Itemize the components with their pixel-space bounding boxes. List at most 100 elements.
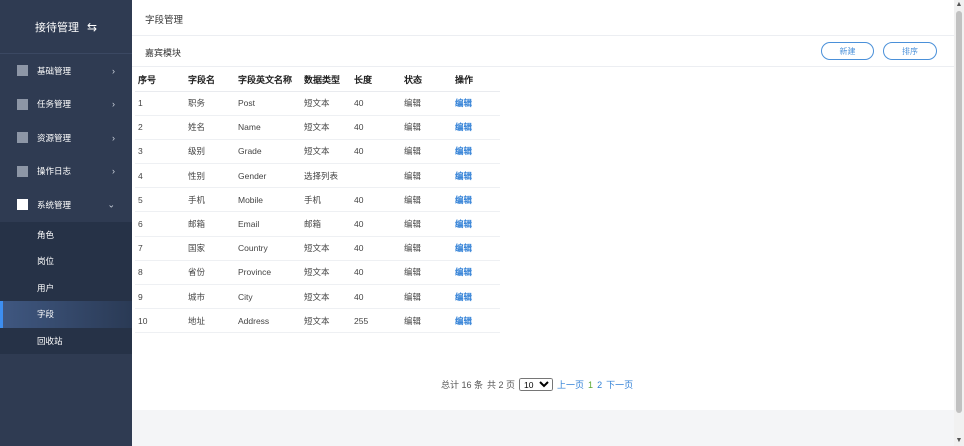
sidebar-subitem-role[interactable]: 角色 xyxy=(0,222,132,249)
cell-name: 省份 xyxy=(185,260,235,286)
sidebar-subitem-recycle[interactable]: 回收站 xyxy=(0,328,132,355)
cell-status: 编辑 xyxy=(401,91,452,116)
menu-square-icon xyxy=(17,199,28,211)
field-table: 序号 字段名 字段英文名称 数据类型 长度 状态 操作 1 职务 Post 短文… xyxy=(135,69,500,334)
cell-type: 邮箱 xyxy=(301,211,351,237)
edit-link[interactable]: 编辑 xyxy=(452,187,500,213)
cell-no: 1 xyxy=(135,91,185,116)
cell-en-name: Country xyxy=(235,236,301,261)
column-header-en-name: 字段英文名称 xyxy=(235,69,301,92)
cell-length: 40 xyxy=(351,284,401,310)
menu-square-icon xyxy=(17,132,28,144)
cell-status: 编辑 xyxy=(401,187,452,213)
sidebar-item-label: 操作日志 xyxy=(37,166,72,177)
swap-icon[interactable]: ⇆ xyxy=(87,20,97,34)
page-link-2[interactable]: 2 xyxy=(597,380,602,390)
table-row: 2 姓名 Name 短文本 40 编辑 编辑 xyxy=(135,115,500,140)
scrollbar-thumb[interactable] xyxy=(956,11,962,413)
edit-link[interactable]: 编辑 xyxy=(452,211,500,237)
main-content: 字段管理 嘉宾模块 新建 排序 序号 字段名 字段英文名称 数据类型 长度 状态… xyxy=(132,0,954,446)
cell-en-name: Province xyxy=(235,260,301,286)
menu-square-icon xyxy=(17,98,28,110)
module-title: 嘉宾模块 xyxy=(145,48,182,58)
edit-link[interactable]: 编辑 xyxy=(452,163,500,189)
edit-link[interactable]: 编辑 xyxy=(452,236,500,261)
cell-length: 40 xyxy=(351,260,401,286)
cell-length: 40 xyxy=(351,115,401,140)
column-header-name: 字段名 xyxy=(185,69,235,92)
edit-link[interactable]: 编辑 xyxy=(452,139,500,165)
cell-name: 姓名 xyxy=(185,115,235,140)
cell-no: 7 xyxy=(135,236,185,261)
cell-status: 编辑 xyxy=(401,308,452,334)
sidebar-subitem-post[interactable]: 岗位 xyxy=(0,248,132,275)
cell-type: 短文本 xyxy=(301,115,351,140)
chevron-right-icon: › xyxy=(112,132,115,143)
cell-length: 40 xyxy=(351,236,401,261)
cell-type: 短文本 xyxy=(301,308,351,334)
cell-type: 短文本 xyxy=(301,139,351,165)
table-row: 6 邮箱 Email 邮箱 40 编辑 编辑 xyxy=(135,211,500,237)
page-size-select[interactable]: 10 xyxy=(519,378,554,391)
sidebar-subitem-field[interactable]: 字段 xyxy=(0,301,132,328)
table-header-row: 序号 字段名 字段英文名称 数据类型 长度 状态 操作 xyxy=(135,69,500,92)
cell-length: 40 xyxy=(351,91,401,116)
sidebar-item-resource[interactable]: 资源管理 › xyxy=(0,121,132,155)
footer-area xyxy=(132,410,954,446)
app-title: 接待管理 xyxy=(34,21,79,34)
sidebar-subitem-user[interactable]: 用户 xyxy=(0,275,132,302)
sidebar-submenu: 角色 岗位 用户 字段 回收站 xyxy=(0,221,132,355)
total-count: 总计 16 条 xyxy=(441,380,484,390)
column-header-type: 数据类型 xyxy=(301,69,351,92)
sidebar: 接待管理 ⇆ 基础管理 › 任务管理 › 资源管理 › 操作日志 › 系统管理 … xyxy=(0,0,132,446)
column-header-action: 操作 xyxy=(452,69,500,92)
edit-link[interactable]: 编辑 xyxy=(452,308,500,334)
cell-name: 城市 xyxy=(185,284,235,310)
chevron-right-icon: › xyxy=(112,65,115,76)
next-page-link[interactable]: 下一页 xyxy=(606,378,633,391)
page-title: 字段管理 xyxy=(145,15,184,26)
edit-link[interactable]: 编辑 xyxy=(452,260,500,286)
cell-name: 职务 xyxy=(185,91,235,116)
edit-link[interactable]: 编辑 xyxy=(452,91,500,116)
cell-no: 3 xyxy=(135,139,185,165)
cell-status: 编辑 xyxy=(401,139,452,165)
cell-no: 9 xyxy=(135,284,185,310)
scroll-down-icon[interactable]: ▼ xyxy=(954,436,964,446)
cell-length xyxy=(351,163,401,189)
edit-link[interactable]: 编辑 xyxy=(452,284,500,310)
scroll-up-icon[interactable]: ▲ xyxy=(954,0,964,10)
cell-name: 地址 xyxy=(185,308,235,334)
chevron-down-icon: ⌄ xyxy=(107,199,115,210)
sort-button[interactable]: 排序 xyxy=(883,42,937,60)
cell-no: 10 xyxy=(135,308,185,334)
cell-name: 级别 xyxy=(185,139,235,165)
cell-status: 编辑 xyxy=(401,260,452,286)
cell-type: 短文本 xyxy=(301,236,351,261)
sidebar-item-log[interactable]: 操作日志 › xyxy=(0,155,132,189)
cell-name: 国家 xyxy=(185,236,235,261)
new-button[interactable]: 新建 xyxy=(821,42,874,60)
cell-no: 5 xyxy=(135,187,185,213)
page-link-1[interactable]: 1 xyxy=(588,380,593,390)
sidebar-item-task[interactable]: 任务管理 › xyxy=(0,88,132,122)
edit-link[interactable]: 编辑 xyxy=(452,115,500,140)
sidebar-item-label: 任务管理 xyxy=(37,99,72,110)
cell-length: 40 xyxy=(351,211,401,237)
sidebar-item-system[interactable]: 系统管理 ⌄ xyxy=(0,188,132,222)
cell-length: 40 xyxy=(351,187,401,213)
table-row: 4 性别 Gender 选择列表 编辑 编辑 xyxy=(135,163,500,189)
cell-no: 6 xyxy=(135,211,185,237)
cell-type: 短文本 xyxy=(301,91,351,116)
prev-page-link[interactable]: 上一页 xyxy=(557,378,584,391)
scrollbar[interactable]: ▲ ▼ xyxy=(954,0,964,446)
cell-name: 手机 xyxy=(185,187,235,213)
sidebar-item-basic[interactable]: 基础管理 › xyxy=(0,54,132,88)
sidebar-header: 接待管理 ⇆ xyxy=(0,0,132,53)
divider xyxy=(132,66,954,67)
cell-status: 编辑 xyxy=(401,163,452,189)
cell-no: 8 xyxy=(135,260,185,286)
total-pages: 共 2 页 xyxy=(487,380,516,390)
sidebar-item-label: 基础管理 xyxy=(37,65,72,76)
table-row: 3 级别 Grade 短文本 40 编辑 编辑 xyxy=(135,139,500,165)
